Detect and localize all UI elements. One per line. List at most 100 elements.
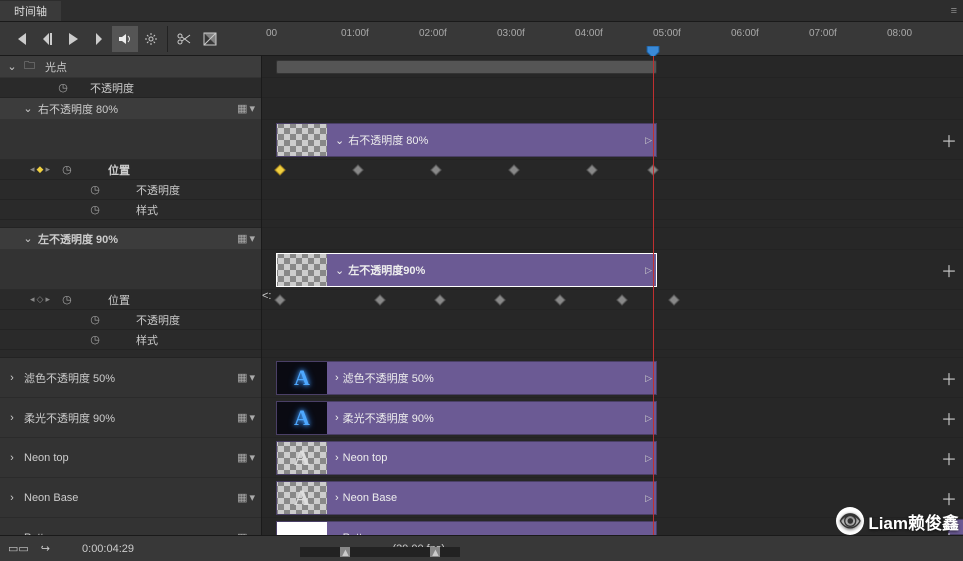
chevron-down-icon[interactable]: ▾ <box>249 531 255 535</box>
caret-down-icon[interactable]: ⌄ <box>22 102 34 115</box>
clip-left-opacity[interactable]: ⌄左不透明度90% ▷ <box>276 253 657 287</box>
next-keyframe-icon[interactable]: ▸ <box>45 294 50 305</box>
next-frame-button[interactable] <box>86 26 112 52</box>
layer-screen-opacity[interactable]: › 滤色不透明度 50% ▦▾ <box>0 358 261 398</box>
clip-caret-icon[interactable]: › <box>335 372 339 384</box>
layer-neon-base[interactable]: › Neon Base ▦▾ <box>0 478 261 518</box>
prev-keyframe-icon[interactable]: ◂ <box>30 294 35 305</box>
caret-right-icon[interactable]: › <box>6 532 18 536</box>
layer-softlight-opacity[interactable]: › 柔光不透明度 90% ▦▾ <box>0 398 261 438</box>
filmstrip-icon[interactable]: ▦ <box>237 451 247 464</box>
split-button[interactable] <box>171 26 197 52</box>
clip-right-opacity[interactable]: ⌄右不透明度 80% ▷ <box>276 123 657 157</box>
stopwatch-icon[interactable]: ◷ <box>88 333 102 346</box>
caret-right-icon[interactable]: › <box>6 492 18 504</box>
stopwatch-icon[interactable]: ◷ <box>88 183 102 196</box>
caret-right-icon[interactable]: › <box>6 452 18 464</box>
filmstrip-icon[interactable]: ▦ <box>237 102 247 115</box>
clip-neon-base[interactable]: A ›Neon Base ▷ <box>276 481 657 515</box>
audio-button[interactable] <box>112 26 138 52</box>
filmstrip-icon[interactable]: ▦ <box>237 411 247 424</box>
keyframe-track[interactable]: <: <box>262 290 963 309</box>
property-row-position[interactable]: ◂ ◇ ▸ ◷ 位置 <box>0 290 261 310</box>
filmstrip-icon[interactable]: ▦ <box>237 491 247 504</box>
filmstrip-icon[interactable]: ▦ <box>237 371 247 384</box>
caret-right-icon[interactable]: › <box>6 372 18 384</box>
keyframe-icon[interactable] <box>352 164 363 175</box>
keyframe-icon[interactable] <box>586 164 597 175</box>
next-keyframe-icon[interactable]: ▸ <box>45 164 50 175</box>
keyframe-icon[interactable] <box>430 164 441 175</box>
first-frame-button[interactable] <box>8 26 34 52</box>
resolution-icon[interactable]: ▭▭ <box>8 542 29 555</box>
zoom-slider[interactable]: ▲ ▲ <box>300 547 460 557</box>
timecode-display[interactable]: 0:00:04:29 <box>82 543 134 555</box>
clip-screen-opacity[interactable]: A ›滤色不透明度 50% ▷ <box>276 361 657 395</box>
keyframe-toggle-icon[interactable]: ◆ <box>37 164 44 175</box>
panel-tab-timeline[interactable]: 时间轴 <box>0 1 61 21</box>
clip-caret-icon[interactable]: › <box>335 412 339 424</box>
layer-right-opacity[interactable]: ⌄ 右不透明度 80% ▦▾ <box>0 98 261 120</box>
play-button[interactable] <box>60 26 86 52</box>
prev-frame-button[interactable] <box>34 26 60 52</box>
keyframe-icon[interactable] <box>374 294 385 305</box>
chevron-down-icon[interactable]: ▾ <box>249 491 255 504</box>
keyframe-icon[interactable] <box>616 294 627 305</box>
stopwatch-icon[interactable]: ◷ <box>60 293 74 306</box>
timeline-area[interactable]: ⌄右不透明度 80% ▷ ＋ ⌄左不透明度90% ▷ <box>262 56 963 535</box>
settings-button[interactable] <box>138 26 164 52</box>
zoom-handle[interactable]: ▲ <box>340 547 350 557</box>
share-icon[interactable]: ↪ <box>41 542 50 555</box>
clip-play-icon[interactable]: ▷ <box>645 265 652 276</box>
clip-play-icon[interactable]: ▷ <box>645 533 652 536</box>
prev-keyframe-icon[interactable]: ◂ <box>30 164 35 175</box>
clip-play-icon[interactable]: ▷ <box>645 453 652 464</box>
caret-right-icon[interactable]: › <box>6 412 18 424</box>
keyframe-track[interactable] <box>262 160 963 179</box>
time-ruler[interactable]: 00 01:00f 02:00f 03:00f 04:00f 05:00f 06… <box>262 22 963 56</box>
clip-caret-icon[interactable]: › <box>335 452 339 464</box>
property-row-opacity[interactable]: ◷ 不透明度 <box>0 78 261 98</box>
chevron-down-icon[interactable]: ▾ <box>249 232 255 245</box>
clip-caret-icon[interactable]: › <box>335 492 339 504</box>
clip-play-icon[interactable]: ▷ <box>645 373 652 384</box>
layer-group[interactable]: ⌄ 🗀 光点 <box>0 56 261 78</box>
zoom-handle[interactable]: ▲ <box>430 547 440 557</box>
add-keyframe-button[interactable]: ＋ <box>941 258 957 282</box>
keyframe-icon[interactable] <box>434 294 445 305</box>
clip-pattern[interactable]: ›Pattern ▷ <box>276 521 657 535</box>
stopwatch-icon[interactable]: ◷ <box>56 81 70 94</box>
keyframe-icon[interactable] <box>494 294 505 305</box>
property-row-style[interactable]: ◷ 样式 <box>0 330 261 350</box>
stopwatch-icon[interactable]: ◷ <box>88 203 102 216</box>
add-keyframe-button[interactable]: ＋ <box>941 446 957 470</box>
clip-caret-icon[interactable]: › <box>335 532 339 535</box>
summary-bar[interactable] <box>276 60 657 74</box>
playhead-line[interactable] <box>653 56 654 535</box>
caret-down-icon[interactable]: ⌄ <box>6 60 18 73</box>
filmstrip-icon[interactable]: ▦ <box>237 232 247 245</box>
keyframe-icon[interactable] <box>274 164 285 175</box>
chevron-down-icon[interactable]: ▾ <box>249 371 255 384</box>
chevron-down-icon[interactable]: ▾ <box>249 102 255 115</box>
clip-softlight-opacity[interactable]: A ›柔光不透明度 90% ▷ <box>276 401 657 435</box>
layer-neon-top[interactable]: › Neon top ▦▾ <box>0 438 261 478</box>
property-row-position[interactable]: ◂ ◆ ▸ ◷ 位置 <box>0 160 261 180</box>
property-row-opacity[interactable]: ◷ 不透明度 <box>0 310 261 330</box>
layer-left-opacity[interactable]: ⌄ 左不透明度 90% ▦▾ <box>0 228 261 250</box>
clip-caret-icon[interactable]: ⌄ <box>335 134 344 147</box>
clip-play-icon[interactable]: ▷ <box>645 413 652 424</box>
keyframe-toggle-icon[interactable]: ◇ <box>37 294 44 305</box>
clip-play-icon[interactable]: ▷ <box>645 493 652 504</box>
filmstrip-icon[interactable]: ▦ <box>237 531 247 535</box>
panel-menu-icon[interactable]: ≡ <box>951 5 957 17</box>
add-keyframe-button[interactable]: ＋ <box>941 128 957 152</box>
property-row-opacity[interactable]: ◷ 不透明度 <box>0 180 261 200</box>
property-row-style[interactable]: ◷ 样式 <box>0 200 261 220</box>
clip-neon-top[interactable]: A ›Neon top ▷ <box>276 441 657 475</box>
clip-play-icon[interactable]: ▷ <box>645 135 652 146</box>
keyframe-icon[interactable] <box>668 294 679 305</box>
stopwatch-icon[interactable]: ◷ <box>60 163 74 176</box>
caret-down-icon[interactable]: ⌄ <box>22 232 34 245</box>
clip-caret-icon[interactable]: ⌄ <box>335 264 344 277</box>
